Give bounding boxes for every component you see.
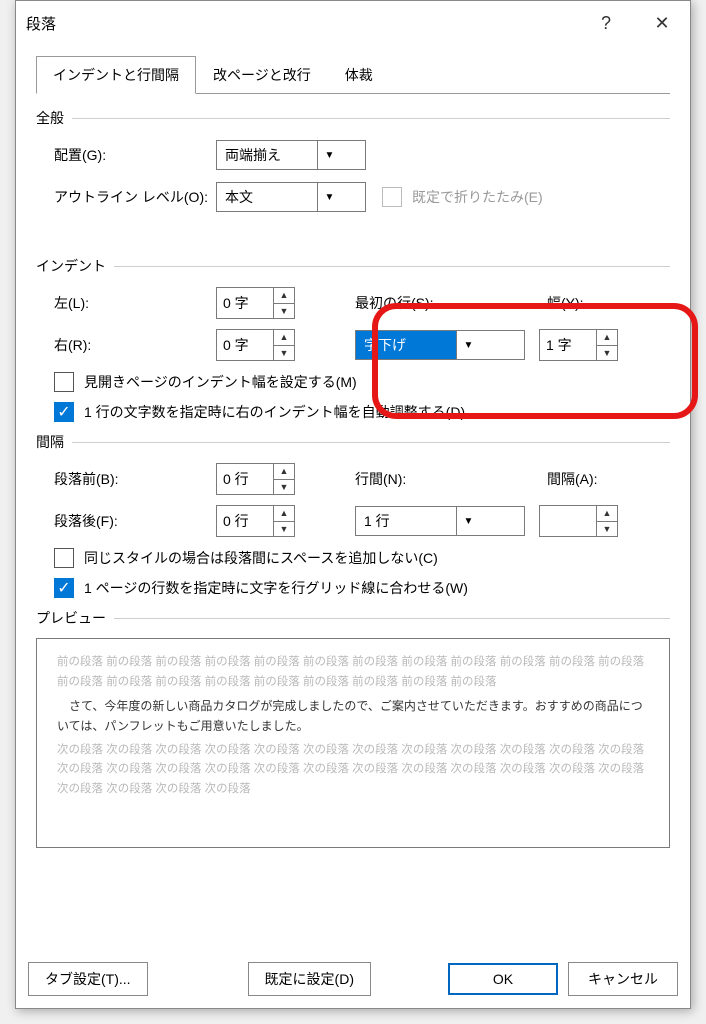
tab-page-break[interactable]: 改ページと改行	[196, 56, 328, 94]
tab-layout[interactable]: 体裁	[328, 56, 390, 94]
no-space-same-style-label: 同じスタイルの場合は段落間にスペースを追加しない(C)	[84, 548, 438, 568]
after-label: 段落後(F):	[36, 511, 216, 531]
paragraph-dialog: 段落 ? ✕ インデントと行間隔 改ページと改行 体裁 全般 配置(G): 両端…	[15, 0, 691, 1009]
auto-adjust-label: 1 行の文字数を指定時に右のインデント幅を自動調整する(D)	[84, 402, 465, 422]
group-preview: プレビュー	[36, 608, 670, 628]
group-indent: インデント	[36, 256, 670, 276]
chevron-down-icon: ▼	[317, 183, 341, 211]
snap-grid-checkbox[interactable]: ✓	[54, 578, 74, 598]
chevron-down-icon: ▼	[317, 141, 341, 169]
spin-down-icon[interactable]: ▼	[274, 304, 294, 319]
group-spacing: 間隔	[36, 432, 670, 452]
line-spacing-label: 行間(N):	[355, 469, 535, 489]
collapsed-label: 既定で折りたたみ(E)	[412, 187, 543, 207]
collapsed-checkbox	[382, 187, 402, 207]
alignment-label: 配置(G):	[36, 145, 216, 165]
indent-right-input[interactable]: ▲▼	[216, 329, 295, 361]
before-input[interactable]: ▲▼	[216, 463, 295, 495]
chevron-down-icon: ▼	[456, 507, 480, 535]
cancel-button[interactable]: キャンセル	[568, 962, 678, 996]
preview-after: 次の段落 次の段落 次の段落 次の段落 次の段落 次の段落 次の段落 次の段落 …	[57, 741, 649, 800]
tabs-button[interactable]: タブ設定(T)...	[28, 962, 148, 996]
preview-pane: 前の段落 前の段落 前の段落 前の段落 前の段落 前の段落 前の段落 前の段落 …	[36, 638, 670, 848]
firstline-select[interactable]: 字下げ ▼	[355, 330, 525, 360]
mirror-indent-checkbox[interactable]	[54, 372, 74, 392]
spin-down-icon[interactable]: ▼	[597, 522, 617, 537]
alignment-select[interactable]: 両端揃え ▼	[216, 140, 366, 170]
help-button[interactable]: ?	[578, 1, 634, 45]
preview-sample: さて、今年度の新しい商品カタログが完成しましたので、ご案内させていただきます。お…	[57, 696, 649, 737]
spin-down-icon[interactable]: ▼	[597, 346, 617, 361]
after-input[interactable]: ▲▼	[216, 505, 295, 537]
spin-down-icon[interactable]: ▼	[274, 480, 294, 495]
width-label: 幅(Y):	[547, 293, 584, 313]
set-default-button[interactable]: 既定に設定(D)	[248, 962, 371, 996]
indent-left-input[interactable]: ▲▼	[216, 287, 295, 319]
no-space-same-style-checkbox[interactable]	[54, 548, 74, 568]
spin-up-icon[interactable]: ▲	[274, 288, 294, 304]
line-spacing-select[interactable]: 1 行 ▼	[355, 506, 525, 536]
outline-level-label: アウトライン レベル(O):	[36, 187, 216, 207]
firstline-label: 最初の行(S):	[355, 293, 535, 313]
spin-down-icon[interactable]: ▼	[274, 522, 294, 537]
close-button[interactable]: ✕	[634, 1, 690, 45]
snap-grid-label: 1 ページの行数を指定時に文字を行グリッド線に合わせる(W)	[84, 578, 468, 598]
auto-adjust-checkbox[interactable]: ✓	[54, 402, 74, 422]
spin-up-icon[interactable]: ▲	[274, 506, 294, 522]
tab-strip: インデントと行間隔 改ページと改行 体裁	[36, 55, 670, 94]
outline-level-select[interactable]: 本文 ▼	[216, 182, 366, 212]
spin-up-icon[interactable]: ▲	[597, 506, 617, 522]
spin-up-icon[interactable]: ▲	[274, 330, 294, 346]
group-general: 全般	[36, 108, 670, 128]
at-label: 間隔(A):	[547, 469, 598, 489]
mirror-indent-label: 見開きページのインデント幅を設定する(M)	[84, 372, 357, 392]
spin-down-icon[interactable]: ▼	[274, 346, 294, 361]
tab-indent-spacing[interactable]: インデントと行間隔	[36, 56, 196, 94]
titlebar: 段落 ? ✕	[16, 1, 690, 45]
before-label: 段落前(B):	[36, 469, 216, 489]
preview-before: 前の段落 前の段落 前の段落 前の段落 前の段落 前の段落 前の段落 前の段落 …	[57, 653, 649, 692]
ok-button[interactable]: OK	[448, 963, 558, 995]
at-input[interactable]: ▲▼	[539, 505, 618, 537]
chevron-down-icon: ▼	[456, 331, 480, 359]
spin-up-icon[interactable]: ▲	[274, 464, 294, 480]
indent-width-input[interactable]: ▲▼	[539, 329, 618, 361]
dialog-title: 段落	[26, 13, 56, 34]
indent-left-label: 左(L):	[36, 293, 216, 313]
indent-right-label: 右(R):	[36, 335, 216, 355]
spin-up-icon[interactable]: ▲	[597, 330, 617, 346]
